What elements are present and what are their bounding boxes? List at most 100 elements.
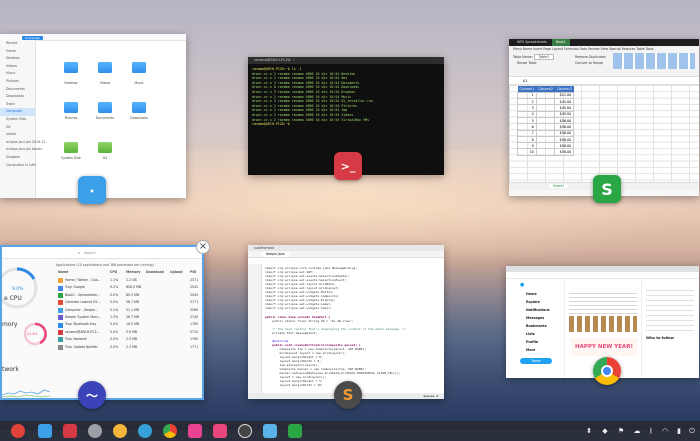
- breadcrumb[interactable]: Computer: [22, 35, 43, 40]
- table-row[interactable]: ravamo@ARCH-PC2... 0.0% 3.6 MB 2710: [56, 329, 202, 336]
- nav-item[interactable]: Notifications: [526, 308, 550, 312]
- sidebar-item[interactable]: eclipse-javr-jav 2019-12: [0, 139, 46, 147]
- sidebar-item[interactable]: Dropbox: [0, 154, 35, 162]
- notification-icon[interactable]: ⚑: [617, 427, 625, 435]
- column-header[interactable]: PID: [190, 269, 196, 276]
- table-name-input[interactable]: Table1: [533, 54, 555, 60]
- nav-item[interactable]: Explore: [526, 300, 540, 304]
- sidebar-item[interactable]: D4: [0, 124, 35, 132]
- formula-bar[interactable]: A1: [509, 78, 699, 85]
- sidebar-item-computer[interactable]: Computer: [0, 108, 35, 116]
- folder-icon[interactable]: [98, 102, 112, 113]
- sidebar-item[interactable]: Downloads: [0, 93, 35, 101]
- twitter-bird-icon[interactable]: ●: [520, 282, 524, 288]
- sidebar-item[interactable]: Computers in LAN: [0, 162, 36, 170]
- sidebar-item[interactable]: Music: [0, 70, 35, 78]
- folder-icon[interactable]: [132, 102, 146, 113]
- search-input[interactable]: Search: [84, 251, 96, 255]
- deepin-store-icon[interactable]: [63, 424, 77, 438]
- folder-icon[interactable]: [132, 62, 146, 73]
- browser-address-bar[interactable]: [506, 272, 699, 279]
- multitasking-icon[interactable]: [38, 424, 52, 438]
- power-icon[interactable]: ⏻: [688, 427, 696, 435]
- convert-range-button[interactable]: Convert to Range: [575, 61, 603, 65]
- disk-icon[interactable]: [98, 142, 112, 153]
- disk-icon[interactable]: [64, 142, 78, 153]
- resize-table-button[interactable]: Resize Table: [517, 61, 536, 65]
- nav-item[interactable]: Home: [526, 292, 537, 296]
- spreadsheet-icon[interactable]: [288, 424, 302, 438]
- editor-tab[interactable]: deepin.java: [262, 252, 289, 257]
- close-window-button[interactable]: ×: [196, 240, 210, 254]
- code-editor-window[interactable]: sublime text deepin.java import org.ecli…: [248, 245, 444, 399]
- terminal-output[interactable]: ravamo@ARCH-PC2D:~$ ls -l drwxr-xr-x 2 r…: [248, 64, 444, 130]
- folder-icon[interactable]: [64, 62, 78, 73]
- sidebar-item[interactable]: Videos: [0, 63, 35, 71]
- sidebar-item[interactable]: eclipse-javr-jav kepler: [0, 146, 42, 154]
- camera-icon[interactable]: [238, 424, 252, 438]
- file-manager-window[interactable]: Computer Recent Home Desktop Videos Musi…: [0, 34, 186, 198]
- table-row[interactable]: Tray: Network 0.0% 2.5 MB 1760: [56, 336, 202, 343]
- table-row[interactable]: Book1 - Spreadshee... 0.0% 85.3 MB 3045: [56, 292, 202, 299]
- data-table[interactable]: Column1 Column2 Column3 1 $12.00 2 $45.00 …: [517, 86, 575, 156]
- sidebar-item[interactable]: Home: [0, 48, 35, 56]
- sidebar-item[interactable]: System Disk: [0, 116, 35, 124]
- sidebar-item[interactable]: vdisks: [0, 131, 35, 139]
- spreadsheet-window[interactable]: WPS Spreadsheets Book1 Menu Home Insert …: [509, 39, 699, 196]
- table-row[interactable]: Tray: Google 0.2% 826.5 MB 2542: [56, 284, 202, 291]
- usb-icon[interactable]: ⬍: [585, 427, 593, 435]
- tweet-button[interactable]: Tweet: [520, 358, 552, 364]
- sidebar-item[interactable]: Trash: [0, 101, 35, 109]
- table-row[interactable]: Calendar rawmid 05... 0.0% 56.7 MB 2771: [56, 299, 202, 306]
- battery-icon[interactable]: ▮: [675, 427, 683, 435]
- table-row[interactable]: Deepin System Moni... 1.3% 36.7 MB 2740: [56, 314, 202, 321]
- settings-icon[interactable]: [88, 424, 102, 438]
- cell[interactable]: 10: [517, 148, 537, 156]
- nav-item[interactable]: Bookmarks: [526, 324, 547, 328]
- column-header[interactable]: Upload: [170, 269, 183, 276]
- column-header[interactable]: Name: [58, 269, 68, 276]
- photos-icon[interactable]: [188, 424, 202, 438]
- tab-wps[interactable]: WPS Spreadsheets: [513, 39, 551, 46]
- column-header[interactable]: Memory: [126, 269, 141, 276]
- chrome-icon[interactable]: [163, 424, 177, 438]
- cloud-icon[interactable]: ☁: [633, 427, 641, 435]
- cell-reference[interactable]: A1: [523, 79, 527, 83]
- browser-icon[interactable]: [113, 424, 127, 438]
- table-row[interactable]: 10 $56.00: [517, 148, 575, 156]
- bluetooth-icon[interactable]: ᛒ: [647, 427, 655, 435]
- system-monitor-window[interactable]: ⌕ Search 9.0% e CPU mory 41.4% twork App…: [0, 245, 204, 400]
- nav-item[interactable]: More: [526, 348, 535, 352]
- sidebar-item[interactable]: Documents: [0, 86, 35, 94]
- table-row[interactable]: Home / Twitter - Goo... 1.1% 1.2 GB 2371: [56, 277, 202, 284]
- sidebar-item[interactable]: Desktop: [0, 55, 35, 63]
- nav-item[interactable]: Lists: [526, 332, 535, 336]
- sidebar-item[interactable]: Recent: [0, 40, 35, 48]
- nav-item[interactable]: Messages: [526, 316, 544, 320]
- sheet-tab[interactable]: Sheet1: [549, 184, 569, 188]
- dropbox-icon[interactable]: ◆: [601, 427, 609, 435]
- column-header[interactable]: Download: [146, 269, 164, 276]
- table-row[interactable]: Tray: Update Notifier 0.0% 2.3 MB 1771: [56, 344, 202, 351]
- column-header[interactable]: CPU: [110, 269, 117, 276]
- search-icon[interactable]: ⌕: [78, 250, 80, 255]
- tab-book1[interactable]: Book1: [551, 39, 570, 46]
- folder-icon[interactable]: [64, 102, 78, 113]
- folder-icon[interactable]: [98, 62, 112, 73]
- image-viewer-icon[interactable]: [263, 424, 277, 438]
- indent-setting[interactable]: Spaces: 4: [423, 394, 438, 398]
- cell[interactable]: $56.00: [554, 148, 575, 156]
- file-manager-icon[interactable]: [138, 424, 152, 438]
- cell[interactable]: [535, 148, 556, 156]
- table-row[interactable]: Tray: Bluetooth tray 0.0% 18.0 MB 1765: [56, 321, 202, 328]
- code-area[interactable]: import org.eclipse.core.runtime.jobs.Mes…: [265, 266, 406, 387]
- sidebar-item[interactable]: Pictures: [0, 78, 35, 86]
- spreadsheet-menubar[interactable]: Menu Home Insert Page Layout Formulas Da…: [509, 46, 699, 52]
- music-icon[interactable]: [213, 424, 227, 438]
- launcher-icon[interactable]: [11, 424, 25, 438]
- nav-item[interactable]: Profile: [526, 340, 538, 344]
- remove-duplicates-button[interactable]: Remove Duplicates: [575, 55, 606, 59]
- table-row[interactable]: Computer - Deepin... 0.1% 51.1 MB 2589: [56, 307, 202, 314]
- table-styles-gallery[interactable]: [613, 53, 695, 69]
- wifi-icon[interactable]: ◠: [661, 427, 669, 435]
